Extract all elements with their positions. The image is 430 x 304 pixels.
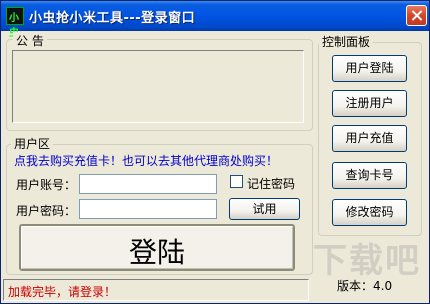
version-label: 版本：4.0 <box>337 279 393 293</box>
notice-textarea[interactable] <box>12 50 304 123</box>
watermark-logo: 下载吧 <box>313 241 421 281</box>
remember-password-label: 记住密码 <box>247 177 296 191</box>
user-area-group-label: 用户区 <box>11 135 54 152</box>
register-user-button[interactable]: 注册用户 <box>332 90 407 117</box>
account-label: 用户账号： <box>16 178 77 192</box>
login-window: 小虫 小虫抢小米工具---登录窗口 公 告 用户区 点我去购买充值卡！也可以去其… <box>0 0 430 304</box>
password-input[interactable] <box>79 199 217 219</box>
window-title: 小虫抢小米工具---登录窗口 <box>29 11 196 26</box>
remember-password-checkbox[interactable] <box>230 175 243 188</box>
buy-card-link[interactable]: 点我去购买充值卡！也可以去其他代理商处购买！ <box>14 152 278 169</box>
change-password-button[interactable]: 修改密码 <box>332 199 407 226</box>
trial-button[interactable]: 试用 <box>229 198 300 220</box>
account-input[interactable] <box>79 174 217 194</box>
login-button-label: 登陆 <box>128 236 185 269</box>
password-label: 用户密码： <box>16 204 77 218</box>
login-button[interactable]: 登陆 <box>19 224 295 271</box>
control-panel-label: 控制面板 <box>319 33 374 50</box>
user-recharge-button[interactable]: 用户充值 <box>332 125 407 152</box>
query-card-button[interactable]: 查询卡号 <box>332 162 407 189</box>
app-icon: 小虫 <box>6 7 24 39</box>
status-text: 加载完毕，请登录！ <box>8 285 117 299</box>
notice-group-label: 公 告 <box>13 32 47 49</box>
title-bar[interactable]: 小虫 小虫抢小米工具---登录窗口 <box>1 1 429 39</box>
user-login-button[interactable]: 用户登陆 <box>332 55 407 82</box>
status-bar: 加载完毕，请登录！ <box>3 279 309 301</box>
close-icon[interactable] <box>406 5 427 26</box>
